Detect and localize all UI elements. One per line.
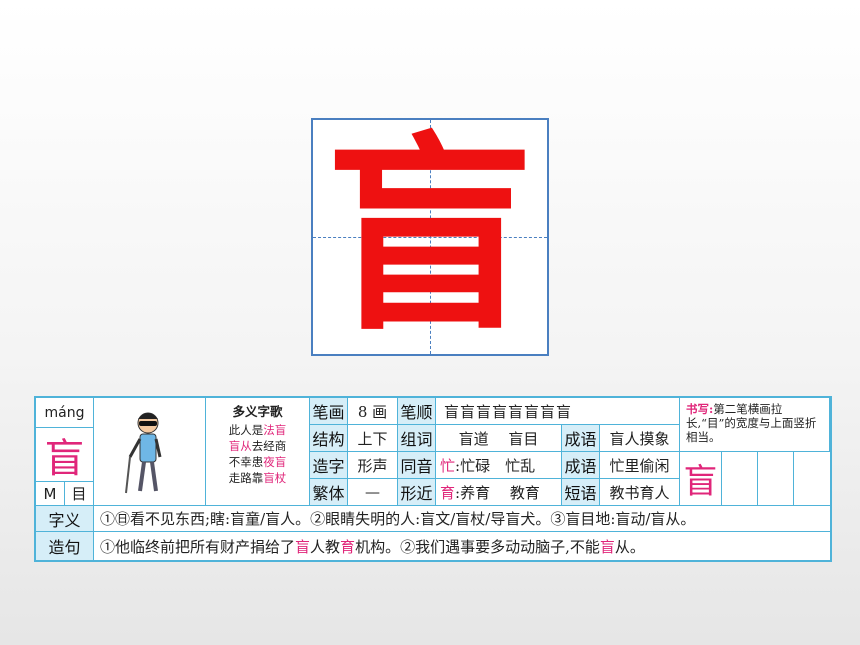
label-phrase: 短语 — [562, 479, 600, 506]
big-character: 盲 — [324, 113, 535, 360]
poem-line: 盲从去经商 — [228, 439, 287, 453]
label-homophone: 同音 — [398, 452, 436, 479]
practice-character: 盲 — [680, 452, 722, 506]
character-card: máng 盲 M 目 多义字歌 此人是法盲 盲从去经商 不幸患夜盲 走路靠盲杖 … — [34, 396, 832, 562]
poem-title: 多义字歌 — [232, 404, 283, 419]
practice-box — [722, 452, 758, 506]
practice-box — [758, 452, 794, 506]
homophone-value: 忙:忙碌 忙乱 — [436, 452, 562, 479]
blind-man-icon — [124, 412, 161, 493]
label-structure: 结构 — [310, 425, 348, 452]
sentence-value: ①他临终前把所有财产捐给了盲人教育机构。②我们遇事要多动动脑子,不能盲从。 — [100, 537, 645, 556]
formation-value: 形声 — [348, 452, 398, 479]
idiom-value: 盲人摸象 — [600, 425, 680, 452]
label-meaning: 字义 — [36, 506, 94, 532]
pinyin: máng — [36, 398, 94, 428]
poem: 多义字歌 此人是法盲 盲从去经商 不幸患夜盲 走路靠盲杖 — [206, 398, 310, 506]
poem-line: 走路靠盲杖 — [228, 471, 287, 485]
words-value: 盲道 盲目 — [436, 425, 562, 452]
label-similar: 形近 — [398, 479, 436, 506]
character-grid-box: 盲 — [311, 118, 549, 356]
phrase-value: 教书育人 — [600, 479, 680, 506]
label-idiom: 成语 — [562, 425, 600, 452]
structure-value: 上下 — [348, 425, 398, 452]
meaning-value: ①㊐看不见东西;瞎:盲童/盲人。②眼睛失明的人:盲文/盲杖/导盲犬。③盲目地:盲… — [94, 506, 830, 532]
label-sentence: 造句 — [36, 532, 94, 560]
label-stroke-order: 笔顺 — [398, 398, 436, 425]
label-words: 组词 — [398, 425, 436, 452]
poem-line: 此人是法盲 — [228, 423, 287, 437]
idiom-2-value: 忙里偷闲 — [600, 452, 680, 479]
poem-line: 不幸患夜盲 — [228, 455, 287, 469]
stroke-order-value: 盲盲盲盲盲盲盲盲 — [436, 398, 680, 425]
card-character: 盲 — [36, 428, 94, 482]
label-idiom-2: 成语 — [562, 452, 600, 479]
strokes-value: 8 画 — [348, 398, 398, 425]
radical: 目 — [65, 482, 94, 506]
practice-box — [794, 452, 830, 506]
traditional-value: — — [348, 479, 398, 506]
writing-tip: 书写:第二笔横画拉长,“目”的宽度与上面竖折相当。 — [680, 398, 830, 452]
label-traditional: 繁体 — [310, 479, 348, 506]
radical-letter: M — [36, 482, 65, 506]
slide: 盲 máng 盲 M 目 多义字歌 此人是法盲 盲从去经商 不幸患夜盲 走路靠盲… — [0, 0, 860, 645]
writing-tip-label: 书写: — [686, 402, 714, 416]
label-strokes: 笔画 — [310, 398, 348, 425]
label-formation: 造字 — [310, 452, 348, 479]
similar-value: 育:养育 教育 — [436, 479, 562, 506]
blind-man-illustration — [94, 398, 206, 506]
